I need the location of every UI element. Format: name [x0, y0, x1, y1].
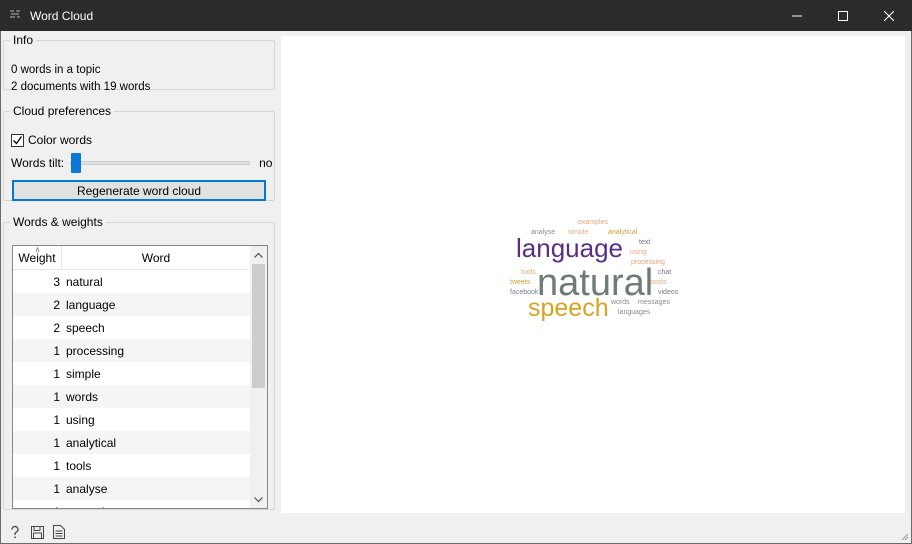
cloud-word-tweets[interactable]: tweets — [510, 279, 530, 286]
status-bar — [0, 520, 912, 544]
weight-cell: 1 — [53, 343, 60, 358]
chevron-up-icon — [254, 252, 263, 258]
word-cell: speech — [66, 320, 105, 335]
weight-cell: 1 — [53, 389, 60, 404]
table-row[interactable]: 2 language — [13, 293, 250, 316]
cloud-word-analytical[interactable]: analytical — [608, 229, 637, 236]
cloud-word-analyse[interactable]: analyse — [531, 229, 555, 236]
cloud-word-chat[interactable]: chat — [658, 269, 671, 276]
weight-cell: 3 — [53, 274, 60, 289]
cloud-preferences-box: Cloud preferences Color words Words tilt… — [3, 104, 275, 201]
scrollbar-thumb[interactable] — [252, 264, 265, 388]
window-title: Word Cloud — [30, 8, 94, 23]
word-cell: using — [66, 412, 95, 427]
words-weights-table[interactable]: ∧ Weight Word 3 natural 2 language 2 speech 1 p… — [12, 245, 268, 509]
word-cell: examples — [62, 505, 117, 509]
table-scrollbar[interactable] — [250, 246, 267, 508]
word-cell: analyse — [66, 481, 108, 496]
scroll-down-button[interactable] — [250, 491, 267, 508]
cloud-word-language[interactable]: language — [516, 235, 623, 261]
table-row[interactable]: 1examples — [13, 500, 250, 509]
word-cell: language — [66, 297, 116, 312]
word-column-header[interactable]: Word — [62, 246, 250, 269]
word-cell: natural — [66, 274, 103, 289]
color-words-checkbox[interactable] — [11, 133, 24, 147]
weight-cell: 1 — [53, 481, 60, 496]
words-tilt-slider-handle[interactable] — [71, 153, 82, 173]
control-panel: Info 0 words in a topic 2 documents with… — [3, 33, 275, 511]
cloud-word-simple[interactable]: simple — [568, 229, 588, 236]
maximize-button[interactable] — [820, 0, 866, 31]
minimize-button[interactable] — [774, 0, 820, 31]
words-weights-box: Words & weights ∧ Weight Word 3 natural 2 l… — [3, 215, 275, 510]
cloud-word-messages[interactable]: messages — [638, 299, 670, 306]
weight-cell: 1 — [53, 458, 60, 473]
cloud-word-examples[interactable]: examples — [578, 219, 608, 226]
help-icon[interactable] — [4, 523, 26, 541]
table-row[interactable]: 1 using — [13, 408, 250, 431]
weight-cell: 1 — [13, 505, 62, 509]
words-weights-legend: Words & weights — [13, 215, 103, 229]
word-cell: processing — [66, 343, 125, 358]
info-legend: Info — [13, 33, 34, 47]
table-row[interactable]: 2 speech — [13, 316, 250, 339]
weight-cell: 2 — [53, 297, 60, 312]
info-topic-words: 0 words in a topic — [11, 64, 101, 76]
table-row[interactable]: 1 analyse — [13, 477, 250, 500]
word-cell: words — [66, 389, 99, 404]
cloud-word-text[interactable]: text — [639, 239, 650, 246]
cloud-word-posts[interactable]: posts — [650, 279, 667, 286]
word-column-label: Word — [141, 250, 171, 265]
table-row[interactable]: 1 processing — [13, 339, 250, 362]
info-documents: 2 documents with 19 words — [11, 81, 151, 93]
words-tilt-slider[interactable] — [70, 153, 251, 173]
weight-column-header[interactable]: ∧ Weight — [13, 246, 62, 269]
words-tilt-label: Words tilt: — [11, 156, 65, 170]
chevron-down-icon — [254, 496, 263, 502]
title-bar: Word Cloud — [0, 0, 912, 31]
minimize-icon — [792, 15, 802, 16]
words-tilt-value: no — [259, 156, 273, 170]
scroll-up-button[interactable] — [250, 246, 267, 263]
color-words-label: Color words — [28, 133, 93, 147]
cloud-word-processing[interactable]: processing — [631, 259, 665, 266]
cloud-word-videos[interactable]: videos — [658, 289, 678, 296]
checkmark-icon — [13, 135, 23, 145]
resize-grip-icon[interactable] — [899, 531, 909, 541]
words-tilt-row: Words tilt: no — [11, 153, 273, 173]
close-icon — [884, 10, 894, 21]
save-icon[interactable] — [26, 523, 48, 541]
cloud-word-tools[interactable]: tools — [521, 269, 536, 276]
table-row[interactable]: 1 tools — [13, 454, 250, 477]
word-cell: simple — [66, 366, 101, 381]
table-row[interactable]: 1 analytical — [13, 431, 250, 454]
regenerate-word-cloud-button[interactable]: Regenerate word cloud — [12, 180, 266, 201]
table-row[interactable]: 1 words — [13, 385, 250, 408]
table-header: ∧ Weight Word — [13, 246, 250, 270]
cloud-word-facebook[interactable]: facebook — [510, 289, 538, 296]
word-cell: analytical — [66, 435, 117, 450]
app-icon — [0, 8, 30, 23]
word-cloud-canvas[interactable]: natural language speech examples analyse simp… — [281, 36, 905, 513]
report-icon[interactable] — [48, 523, 70, 541]
table-row[interactable]: 1 simple — [13, 362, 250, 385]
cloud-word-using[interactable]: using — [630, 249, 647, 256]
sort-indicator-icon: ∧ — [34, 245, 41, 254]
maximize-icon — [838, 10, 848, 21]
color-words-checkbox-row[interactable]: Color words — [11, 133, 92, 147]
cloud-preferences-legend: Cloud preferences — [13, 104, 112, 118]
cloud-word-words[interactable]: words — [611, 299, 630, 306]
weight-cell: 1 — [53, 366, 60, 381]
info-box: Info 0 words in a topic 2 documents with… — [3, 33, 275, 93]
weight-cell: 1 — [53, 412, 60, 427]
word-cell: tools — [66, 458, 92, 473]
cloud-word-speech[interactable]: speech — [528, 296, 609, 321]
table-row[interactable]: 3 natural — [13, 270, 250, 293]
table-body: 3 natural 2 language 2 speech 1 processing 1 simp… — [13, 270, 250, 509]
weight-cell: 2 — [53, 320, 60, 335]
close-button[interactable] — [866, 0, 912, 31]
weight-cell: 1 — [53, 435, 60, 450]
cloud-word-languages[interactable]: languages — [618, 309, 650, 316]
